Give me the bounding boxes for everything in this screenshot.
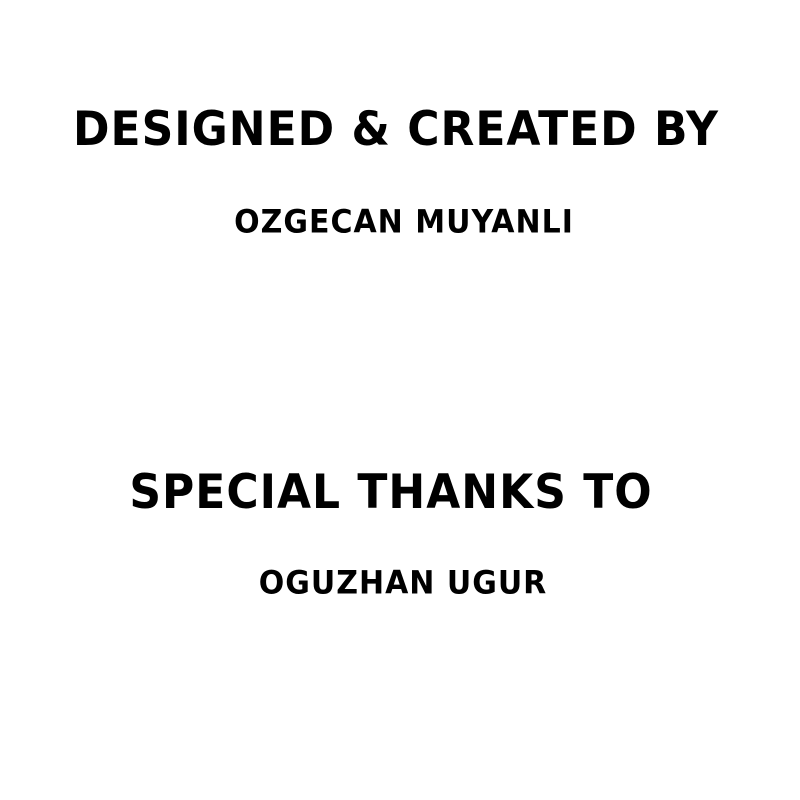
designer-name: Ozgecan Muyanli <box>234 203 574 242</box>
credits-screen: Designed & Created By Ozgecan Muyanli Sp… <box>0 0 800 800</box>
special-thanks-heading: Special Thanks To <box>129 464 653 520</box>
designed-created-by-heading: Designed & Created By <box>73 101 719 157</box>
thanked-name: Oguzhan Ugur <box>258 564 548 603</box>
